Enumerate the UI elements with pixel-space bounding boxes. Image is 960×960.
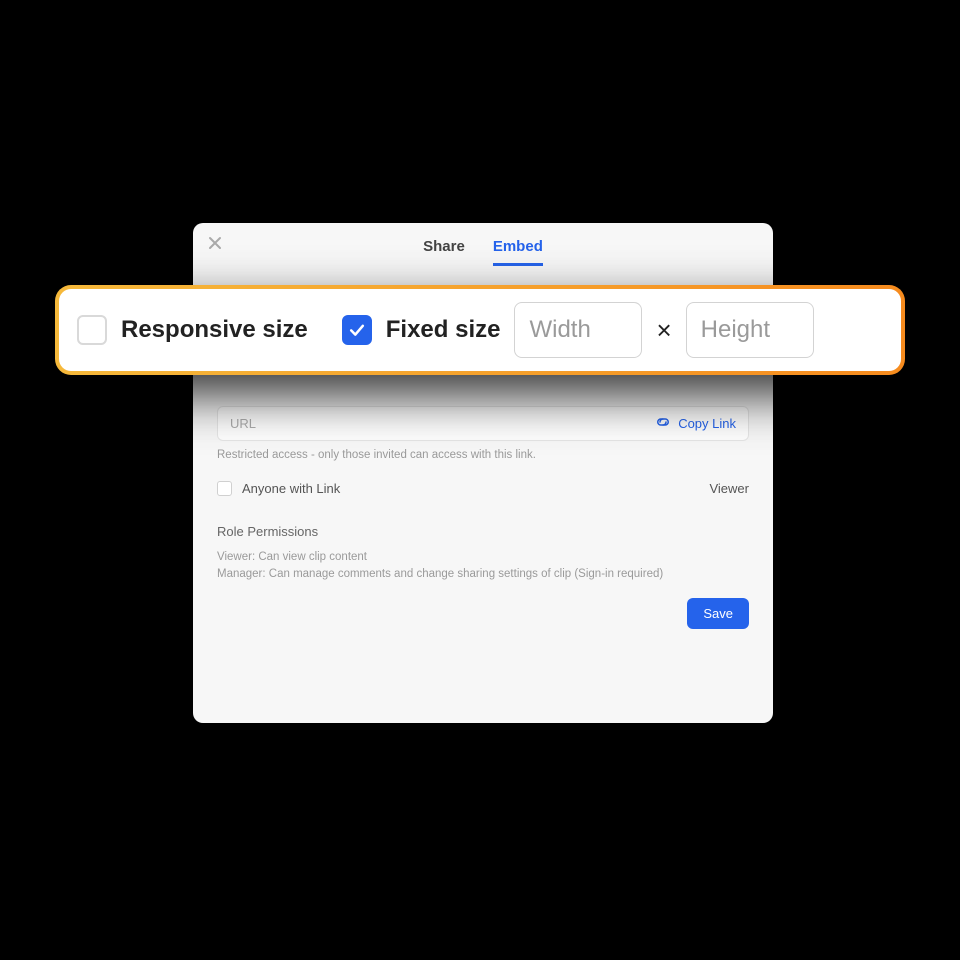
role-permissions-title: Role Permissions: [217, 524, 749, 539]
anyone-with-link-row: Anyone with Link Viewer: [217, 481, 749, 496]
embed-content: URL Copy Link Restricted access - only t…: [217, 406, 749, 629]
copy-link-button[interactable]: Copy Link: [654, 415, 736, 432]
fixed-size-label: Fixed size: [386, 316, 501, 344]
height-input[interactable]: [686, 302, 814, 358]
responsive-size-label: Responsive size: [121, 316, 308, 344]
tab-bar: Share Embed: [193, 223, 773, 266]
size-options-bar: Responsive size Fixed size ×: [55, 285, 905, 375]
anyone-with-link-label: Anyone with Link: [242, 481, 340, 496]
manager-permission-line: Manager: Can manage comments and change …: [217, 566, 749, 583]
url-placeholder: URL: [230, 416, 256, 431]
restricted-access-hint: Restricted access - only those invited c…: [217, 449, 749, 461]
role-permissions-description: Viewer: Can view clip content Manager: C…: [217, 549, 749, 584]
responsive-size-checkbox[interactable]: [77, 315, 107, 345]
tab-embed[interactable]: Embed: [493, 238, 543, 266]
tab-share[interactable]: Share: [423, 238, 465, 266]
close-icon[interactable]: [207, 235, 223, 251]
fixed-size-checkbox[interactable]: [342, 315, 372, 345]
link-icon: [654, 415, 672, 432]
dimension-separator: ×: [656, 315, 671, 346]
copy-link-label: Copy Link: [678, 416, 736, 431]
width-input[interactable]: [514, 302, 642, 358]
viewer-permission-line: Viewer: Can view clip content: [217, 549, 749, 566]
anyone-with-link-checkbox[interactable]: [217, 481, 232, 496]
save-button[interactable]: Save: [687, 598, 749, 629]
url-row: URL Copy Link: [217, 406, 749, 441]
role-select[interactable]: Viewer: [709, 481, 749, 496]
